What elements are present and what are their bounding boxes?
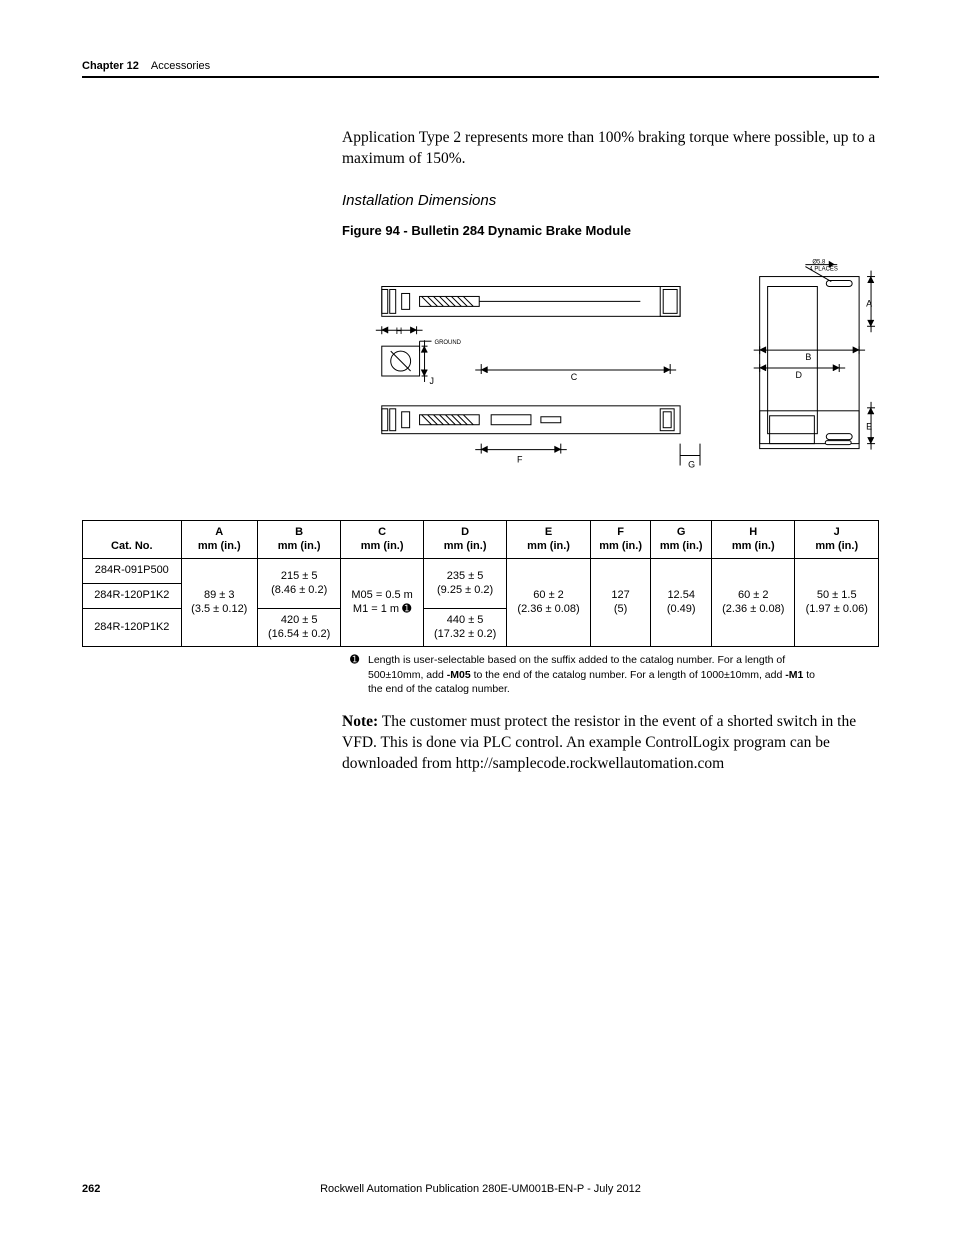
chapter-label: Chapter 12 [82,60,139,72]
cell-cat1: 284R-091P500 [83,559,182,584]
th-E: Emm (in.) [507,520,590,559]
th-J: Jmm (in.) [795,520,879,559]
cell-E: 60 ± 2 (2.36 ± 0.08) [507,559,590,647]
dimension-diagram: H GROUND J [342,256,879,496]
table-row: 284R-091P500 89 ± 3 (3.5 ± 0.12) 215 ± 5… [83,559,879,584]
th-A: Amm (in.) [181,520,257,559]
dim-label-B: B [805,352,811,362]
dim-label-E: E [866,422,872,432]
dim-label-H: H [396,326,402,336]
cell-D2: 440 ± 5 (17.32 ± 0.2) [423,608,506,647]
dim-label-A: A [866,298,872,308]
note-paragraph: Note: The customer must protect the resi… [342,712,879,775]
cell-H: 60 ± 2 (2.36 ± 0.08) [712,559,795,647]
cell-B2: 420 ± 5 (16.54 ± 0.2) [257,608,340,647]
dim-label-G: G [688,459,695,469]
cell-A: 89 ± 3 (3.5 ± 0.12) [181,559,257,647]
page-number: 262 [82,1183,100,1195]
page-footer: 262 Rockwell Automation Publication 280E… [82,1183,879,1195]
cell-cat3: 284R-120P1K2 [83,608,182,647]
note-lead: Note: [342,713,378,730]
cell-B1: 215 ± 5 (8.46 ± 0.2) [257,559,340,609]
cell-G: 12.54 (0.49) [651,559,712,647]
dimensions-table: Cat. No. Amm (in.) Bmm (in.) Cmm (in.) D… [82,520,879,648]
th-B: Bmm (in.) [257,520,340,559]
th-D: Dmm (in.) [423,520,506,559]
th-H: Hmm (in.) [712,520,795,559]
ground-label: GROUND [434,340,461,346]
paragraph-app-type-2: Application Type 2 represents more than … [342,128,879,170]
publication-id: Rockwell Automation Publication 280E-UM0… [82,1183,879,1195]
table-footnote: ➊ Length is user-selectable based on the… [350,653,828,696]
th-F: Fmm (in.) [590,520,651,559]
dim-label-J: J [430,376,434,386]
cell-F: 127 (5) [590,559,651,647]
th-cat: Cat. No. [83,520,182,559]
cell-cat2: 284R-120P1K2 [83,584,182,609]
note-text: The customer must protect the resistor i… [342,713,856,772]
chapter-title: Accessories [151,60,210,72]
th-C: Cmm (in.) [341,520,423,559]
figure-caption: Figure 94 - Bulletin 284 Dynamic Brake M… [342,223,879,238]
dim-label-C: C [571,372,578,382]
cell-C: M05 = 0.5 m M1 = 1 m ➊ [341,559,423,647]
dim-label-F: F [517,454,523,464]
footnote-mark-icon: ➊ [350,653,359,668]
cell-J: 50 ± 1.5 (1.97 ± 0.06) [795,559,879,647]
running-header: Chapter 12 Accessories [82,60,879,78]
footnote-text: Length is user-selectable based on the s… [368,654,815,694]
dim-label-D: D [795,370,802,380]
subheading-install-dims: Installation Dimensions [342,192,879,209]
th-G: Gmm (in.) [651,520,712,559]
cell-D1: 235 ± 5 (9.25 ± 0.2) [423,559,506,609]
